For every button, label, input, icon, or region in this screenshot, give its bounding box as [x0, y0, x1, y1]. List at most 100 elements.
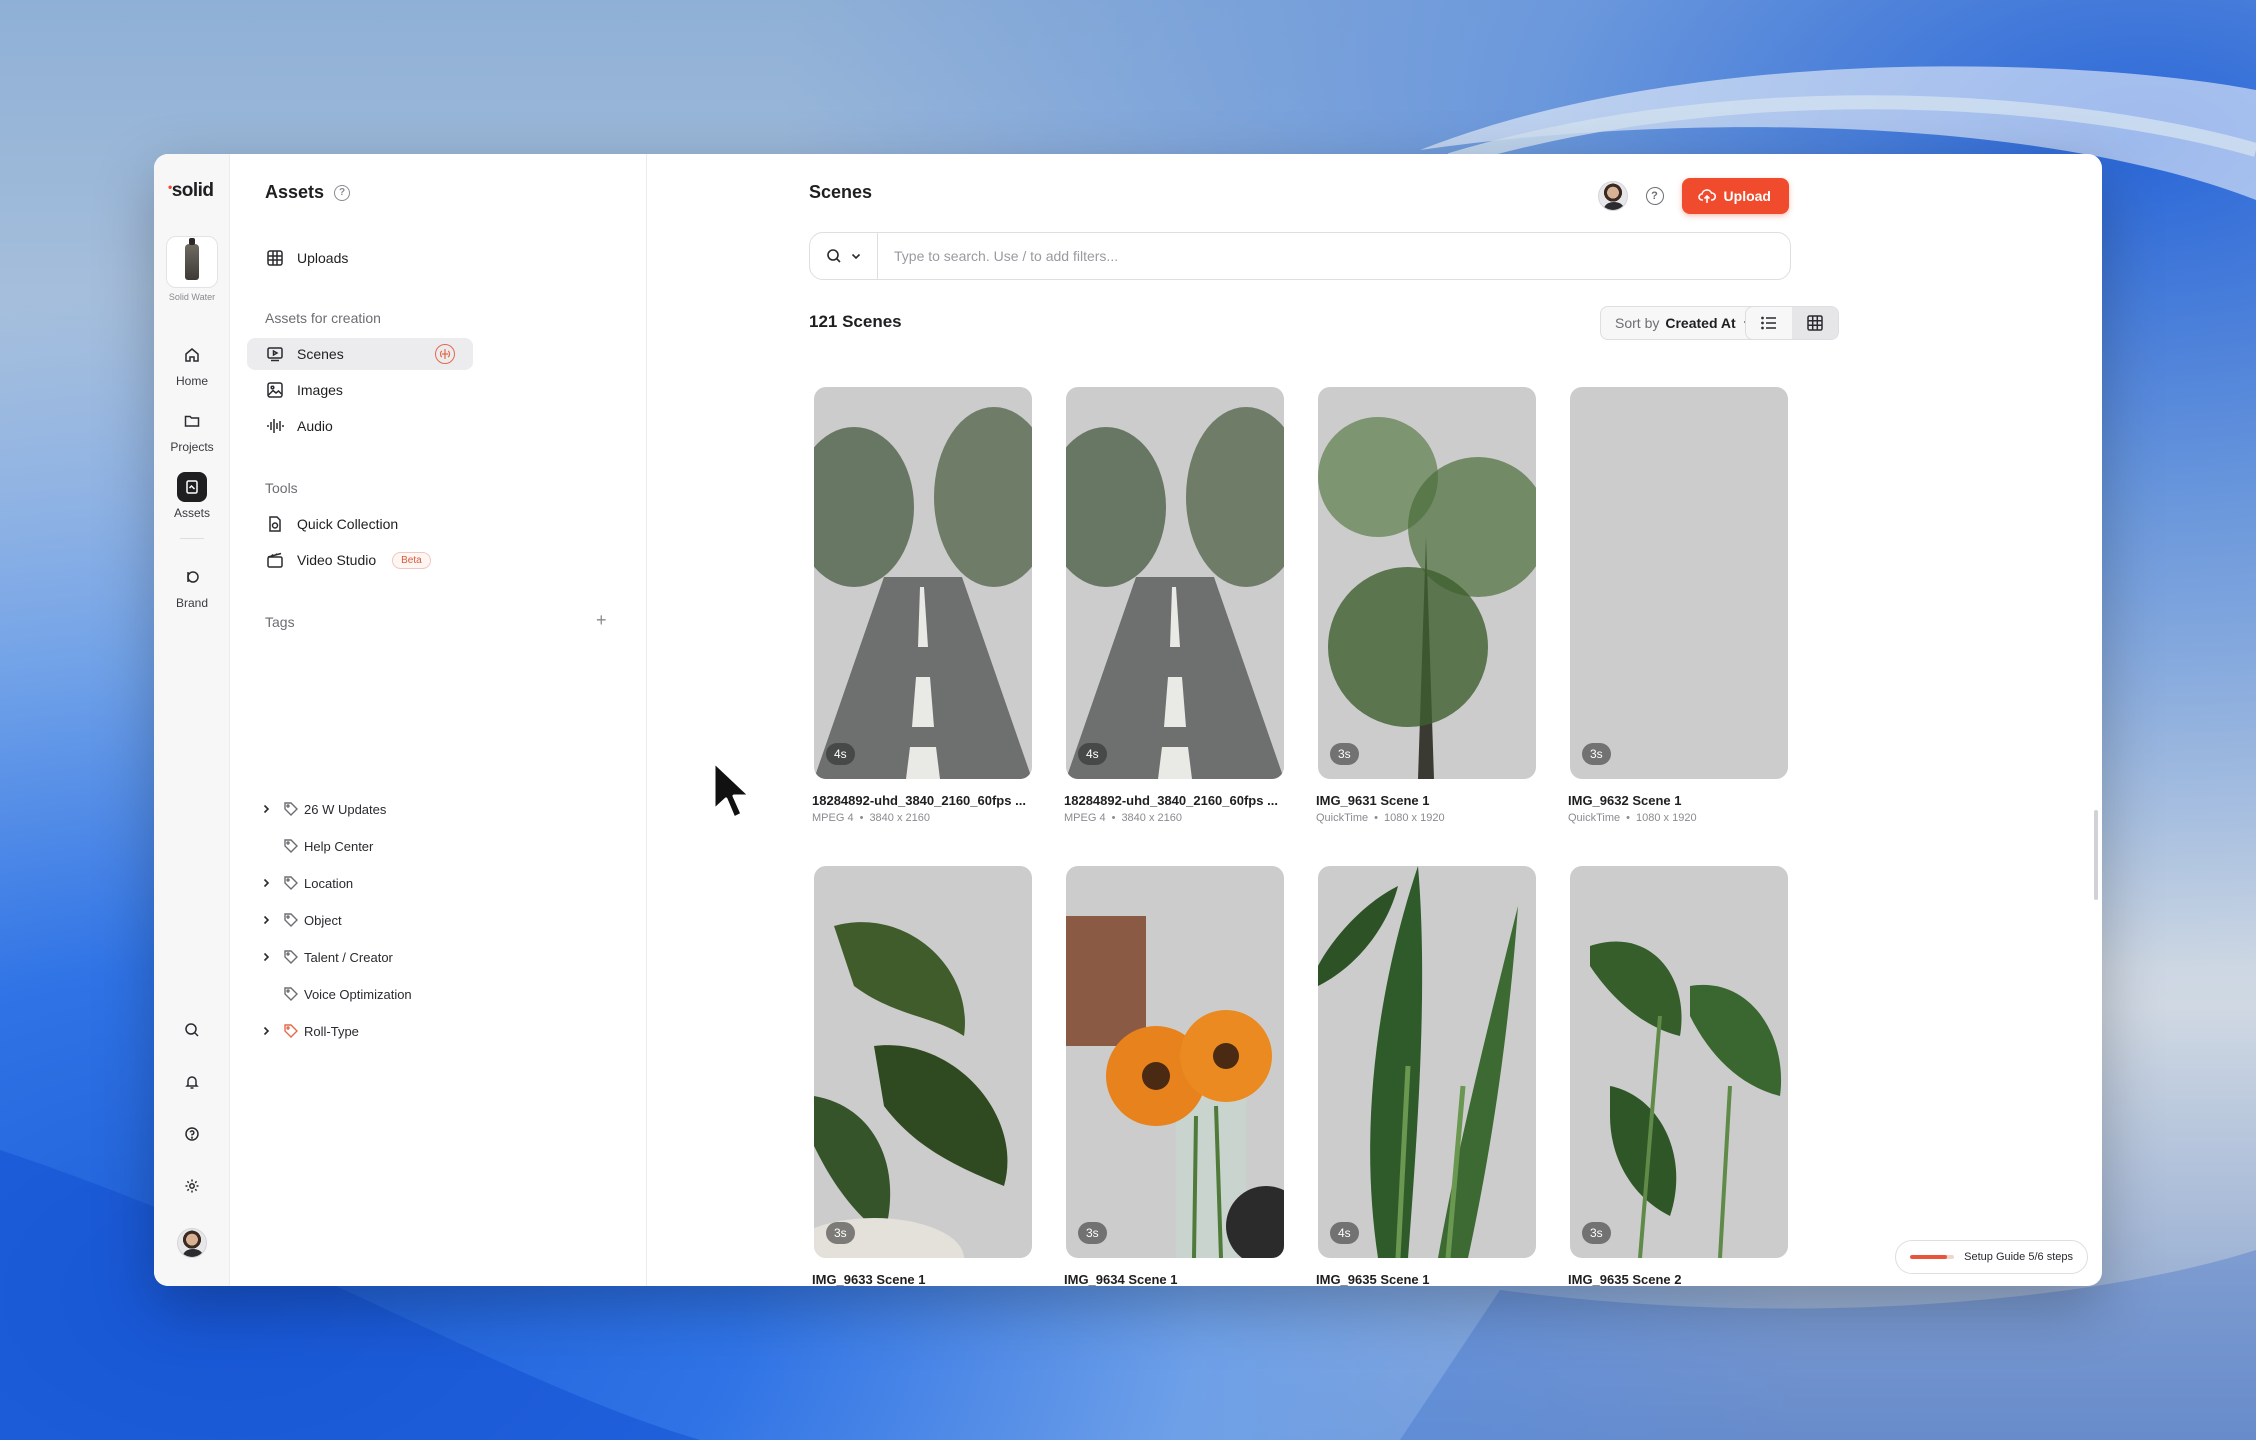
duration-badge: 3s: [1582, 743, 1611, 765]
scene-card[interactable]: 3s IMG_9633 Scene 1: [812, 866, 1032, 1286]
scene-card[interactable]: 4s IMG_9635 Scene 1: [1316, 866, 1536, 1286]
scene-thumbnail[interactable]: 3s: [1570, 866, 1788, 1258]
nav-item-scenes[interactable]: Scenes: [247, 338, 473, 370]
scene-card[interactable]: 4s 18284892-uhd_3840_2160_60fps ... MPEG 4…: [1064, 387, 1284, 824]
tag-item[interactable]: Object: [258, 907, 342, 933]
scene-thumbnail[interactable]: 3s: [1318, 387, 1536, 779]
scrollbar[interactable]: [2094, 810, 2098, 900]
nav-item-images[interactable]: Images: [247, 374, 473, 406]
rail-settings-button[interactable]: [154, 1178, 230, 1194]
tag-item[interactable]: 26 W Updates: [258, 796, 386, 822]
tag-item[interactable]: Voice Optimization: [258, 981, 412, 1007]
help-icon[interactable]: ?: [334, 184, 351, 201]
rail-item-brand[interactable]: Brand: [154, 562, 230, 610]
scene-card[interactable]: 3s IMG_9635 Scene 2: [1568, 866, 1788, 1286]
nav-item-video-studio[interactable]: Video Studio Beta: [247, 544, 473, 576]
nav-item-uploads-label: Uploads: [297, 250, 349, 266]
scene-thumbnail[interactable]: 4s: [1066, 387, 1284, 779]
chevron-right-icon[interactable]: [258, 875, 274, 891]
rail-divider: [180, 538, 204, 539]
scene-title[interactable]: IMG_9633 Scene 1: [812, 1272, 1038, 1286]
search-input[interactable]: [878, 248, 1790, 264]
main-content: Scenes ? Upload 121 Scenes Sort by Creat…: [647, 154, 2102, 1286]
brand-icon: [177, 562, 207, 592]
scene-title[interactable]: IMG_9631 Scene 1: [1316, 793, 1542, 808]
nav-item-scenes-label: Scenes: [297, 346, 344, 362]
scene-thumbnail[interactable]: 4s: [814, 387, 1032, 779]
quick-collection-icon: [265, 514, 285, 534]
setup-guide-label: Setup Guide 5/6 steps: [1964, 1251, 2073, 1263]
app-logo[interactable]: •solid: [168, 180, 214, 202]
nav-item-audio[interactable]: Audio: [247, 410, 473, 442]
scene-thumbnail[interactable]: 3s: [1066, 866, 1284, 1258]
chevron-right-icon[interactable]: [258, 912, 274, 928]
scene-resolution: 3840 x 2160: [1121, 812, 1182, 824]
nav-item-quick-collection[interactable]: Quick Collection: [247, 508, 473, 540]
scene-thumbnail[interactable]: 3s: [814, 866, 1032, 1258]
chevron-right-icon[interactable]: [258, 949, 274, 965]
ai-brain-icon[interactable]: [435, 344, 455, 364]
grid-view-button[interactable]: [1792, 307, 1838, 339]
setup-guide-pill[interactable]: Setup Guide 5/6 steps: [1895, 1240, 2088, 1274]
add-tag-button[interactable]: +: [596, 610, 607, 631]
scene-format: QuickTime: [1316, 812, 1369, 824]
user-avatar[interactable]: [1597, 181, 1628, 211]
chevron-right-icon[interactable]: [258, 1023, 274, 1039]
nav-item-quick-collection-label: Quick Collection: [297, 516, 399, 532]
assets-nav-panel: Assets ? Uploads Assets for creation Sce…: [230, 154, 647, 1286]
scene-thumbnail[interactable]: 3s: [1570, 387, 1788, 779]
scene-count: 121 Scenes: [809, 312, 902, 331]
scene-thumbnail[interactable]: 4s: [1318, 866, 1536, 1258]
tag-icon: [282, 948, 300, 966]
scene-title[interactable]: IMG_9632 Scene 1: [1568, 793, 1794, 808]
tag-label: Talent / Creator: [304, 949, 393, 965]
scene-title[interactable]: 18284892-uhd_3840_2160_60fps ...: [812, 793, 1038, 808]
tag-icon: [282, 911, 300, 929]
tag-icon: [282, 800, 300, 818]
rail-user-avatar[interactable]: [154, 1228, 230, 1258]
tag-label: Object: [304, 912, 342, 928]
chevron-right-icon[interactable]: [258, 801, 274, 817]
scene-title[interactable]: IMG_9634 Scene 1: [1064, 1272, 1290, 1286]
rail-item-assets[interactable]: Assets: [154, 472, 230, 520]
list-view-button[interactable]: [1746, 307, 1792, 339]
duration-badge: 3s: [1330, 743, 1359, 765]
scene-format: QuickTime: [1568, 812, 1621, 824]
scene-meta: MPEG 4 • 3840 x 2160: [812, 812, 930, 824]
tag-item[interactable]: Help Center: [258, 833, 373, 859]
scene-title[interactable]: IMG_9635 Scene 2: [1568, 1272, 1794, 1286]
scene-title[interactable]: IMG_9635 Scene 1: [1316, 1272, 1542, 1286]
sort-value: Created At: [1665, 315, 1736, 331]
avatar: [177, 1228, 207, 1258]
scene-card[interactable]: 3s IMG_9631 Scene 1 QuickTime • 1080 x 1920: [1316, 387, 1536, 824]
scene-card[interactable]: 3s IMG_9634 Scene 1: [1064, 866, 1284, 1286]
scene-title[interactable]: 18284892-uhd_3840_2160_60fps ...: [1064, 793, 1290, 808]
tag-item[interactable]: Talent / Creator: [258, 944, 393, 970]
tag-icon: [282, 1022, 300, 1040]
rail-label-projects: Projects: [170, 440, 214, 454]
rail-item-projects[interactable]: Projects: [154, 406, 230, 454]
rail-item-home[interactable]: Home: [154, 340, 230, 388]
workspace-switcher[interactable]: Solid Water: [164, 236, 220, 303]
nav-item-uploads[interactable]: Uploads: [247, 242, 473, 274]
scene-card[interactable]: 3s IMG_9632 Scene 1 QuickTime • 1080 x 1920: [1568, 387, 1788, 824]
sort-dropdown[interactable]: Sort by Created At: [1601, 307, 1769, 339]
scene-card[interactable]: 4s 18284892-uhd_3840_2160_60fps ... MPEG 4…: [812, 387, 1032, 824]
workspace-name: Solid Water: [168, 292, 216, 302]
nav-item-images-label: Images: [297, 382, 343, 398]
scene-resolution: 1080 x 1920: [1384, 812, 1445, 824]
rail-help-button[interactable]: [154, 1126, 230, 1142]
help-icon[interactable]: ?: [1645, 187, 1664, 205]
rail-notifications-button[interactable]: [154, 1074, 230, 1090]
tag-item[interactable]: Roll-Type: [258, 1018, 359, 1044]
scene-resolution: 3840 x 2160: [869, 812, 930, 824]
tag-icon: [282, 837, 300, 855]
nav-item-video-studio-label: Video Studio: [297, 552, 377, 568]
assets-icon: [177, 472, 207, 502]
tag-item[interactable]: Location: [258, 870, 353, 896]
upload-button[interactable]: Upload: [1681, 178, 1789, 214]
search-filter-toggle[interactable]: [810, 233, 878, 279]
rail-search-button[interactable]: [154, 1022, 230, 1038]
tag-label: Help Center: [304, 838, 374, 854]
duration-badge: 4s: [826, 743, 855, 765]
